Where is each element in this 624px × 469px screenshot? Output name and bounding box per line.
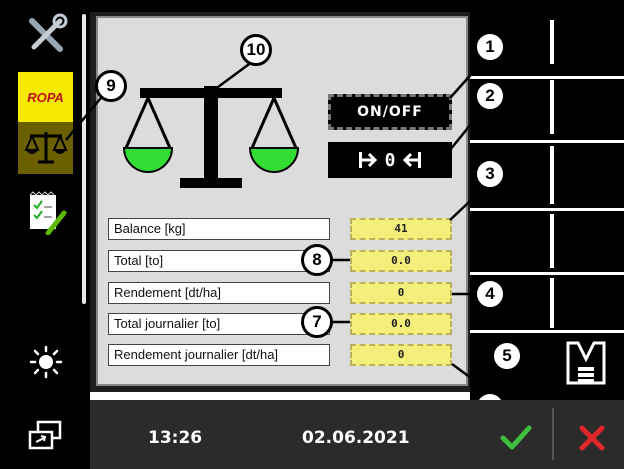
- callout-10: 10: [240, 34, 272, 66]
- confirm-button[interactable]: [494, 418, 538, 458]
- cancel-button[interactable]: [570, 418, 614, 458]
- callout-3: 3: [474, 158, 506, 190]
- close-icon: [579, 425, 605, 451]
- window-switch-icon: [28, 420, 62, 450]
- callout-2: 2: [474, 80, 506, 112]
- callout-8: 8: [301, 244, 333, 276]
- callout-5: 5: [491, 340, 523, 372]
- checkmark-icon: [500, 425, 532, 450]
- callout-leader-lines: [65, 54, 540, 394]
- callout-1: 1: [474, 31, 506, 63]
- clock-time: 13:26: [148, 428, 203, 448]
- bottom-separator: [552, 408, 554, 460]
- bottom-left-area: [0, 400, 90, 469]
- current-date: 02.06.2021: [302, 428, 410, 448]
- callout-4: 4: [474, 278, 506, 310]
- callout-7: 7: [301, 306, 333, 338]
- callout-9: 9: [95, 70, 127, 102]
- window-switch-button[interactable]: [24, 414, 66, 456]
